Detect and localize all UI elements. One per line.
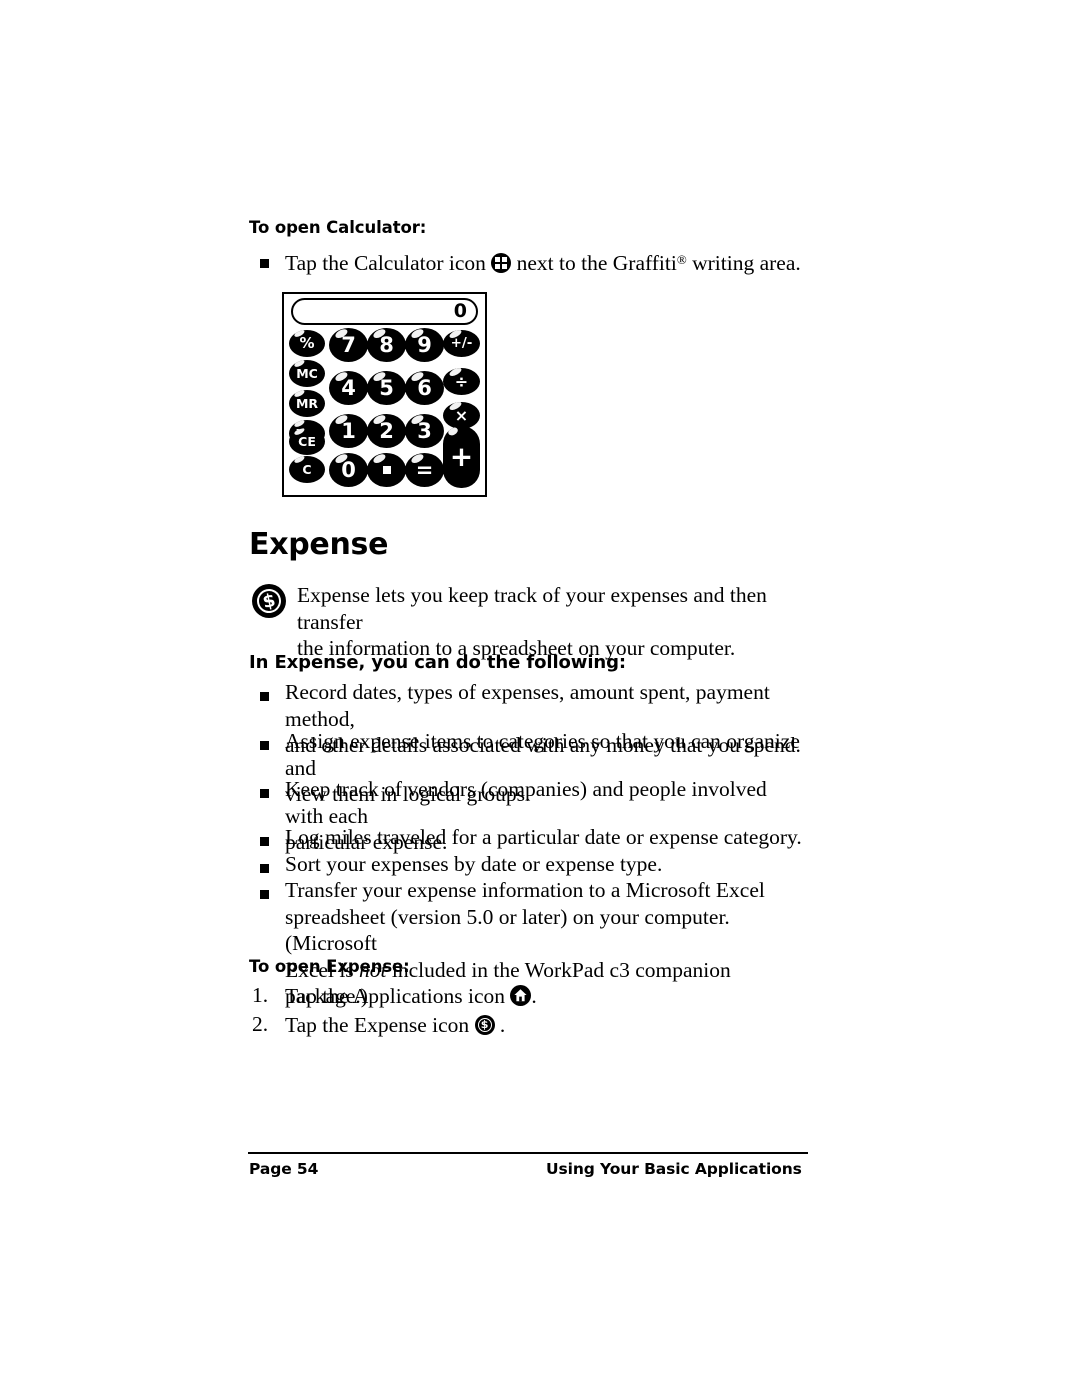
calc-key-plus-minus[interactable]: +/- xyxy=(443,330,480,357)
calc-key-ce[interactable]: CE xyxy=(289,428,325,455)
expense-coin-icon: $ xyxy=(252,584,286,618)
calc-key-2[interactable]: 2 xyxy=(367,414,406,448)
expense-coin-icon: $ xyxy=(474,1015,495,1035)
calc-key-percent[interactable]: % xyxy=(289,330,325,357)
footer-section-title: Using Your Basic Applications xyxy=(546,1160,802,1178)
calc-key-mr[interactable]: MR xyxy=(289,390,325,417)
calculator-instruction-pre: Tap the Calculator icon xyxy=(285,251,486,275)
calculator-instruction-mid: next to the Graffiti xyxy=(516,251,677,275)
calc-key-divide[interactable]: ÷ xyxy=(443,368,480,395)
calc-key-8[interactable]: 8 xyxy=(367,328,406,362)
bullet-marker xyxy=(260,837,269,846)
bullet-marker xyxy=(260,741,269,750)
calculator-instruction-tail: writing area. xyxy=(692,251,801,275)
feature-item: Log miles traveled for a particular date… xyxy=(285,825,802,849)
bullet-marker xyxy=(260,890,269,899)
calculator-instruction-line: Tap the Calculator icon next to the Graf… xyxy=(285,247,805,277)
calc-key-1[interactable]: 1 xyxy=(329,414,368,448)
expense-description-line-1: Expense lets you keep track of your expe… xyxy=(297,583,767,634)
calc-key-6[interactable]: 6 xyxy=(405,371,444,405)
calculator-grid-icon xyxy=(491,253,512,273)
calc-key-c[interactable]: C xyxy=(289,456,325,483)
footer-divider xyxy=(248,1152,808,1154)
applications-home-icon xyxy=(510,985,532,1006)
calculator-display: 0 xyxy=(291,298,478,325)
bullet-marker xyxy=(260,864,269,873)
feature-item: Sort your expenses by date or expense ty… xyxy=(285,852,663,876)
registered-trademark-symbol: ® xyxy=(676,252,687,267)
calculator-illustration: 0 % MC MR M+ CE C 7 xyxy=(282,292,487,497)
step-item-expense: Tap the Expense icon $ . xyxy=(285,1013,506,1037)
calc-key-plus[interactable]: + xyxy=(443,426,480,488)
calc-key-4[interactable]: 4 xyxy=(329,371,368,405)
to-open-calculator-heading: To open Calculator: xyxy=(249,218,427,237)
expense-features-heading: In Expense, you can do the following: xyxy=(249,652,627,673)
calc-key-decimal[interactable] xyxy=(367,453,406,487)
step-item-applications: Tap the Applications icon . xyxy=(285,984,537,1008)
bullet-marker xyxy=(260,259,269,268)
calc-key-mc[interactable]: MC xyxy=(289,360,325,387)
calc-key-0[interactable]: 0 xyxy=(329,453,368,487)
calculator-display-value: 0 xyxy=(453,300,467,322)
calc-key-7[interactable]: 7 xyxy=(329,328,368,362)
calc-key-5[interactable]: 5 xyxy=(367,371,406,405)
calc-key-equals[interactable]: = xyxy=(405,453,444,487)
calc-key-multiply[interactable]: × xyxy=(443,402,480,429)
document-page: To open Calculator: Tap the Calculator i… xyxy=(0,0,1080,1397)
calc-key-3[interactable]: 3 xyxy=(405,414,444,448)
to-open-expense-heading: To open Expense: xyxy=(249,957,410,976)
footer-page-number: Page 54 xyxy=(249,1160,319,1178)
step-number: 1. xyxy=(252,983,269,1007)
calc-key-9[interactable]: 9 xyxy=(405,328,444,362)
bullet-marker xyxy=(260,692,269,701)
page-title-expense: Expense xyxy=(249,527,389,562)
bullet-marker xyxy=(260,789,269,798)
expense-description: Expense lets you keep track of your expe… xyxy=(297,582,807,662)
step-number: 2. xyxy=(252,1012,269,1036)
